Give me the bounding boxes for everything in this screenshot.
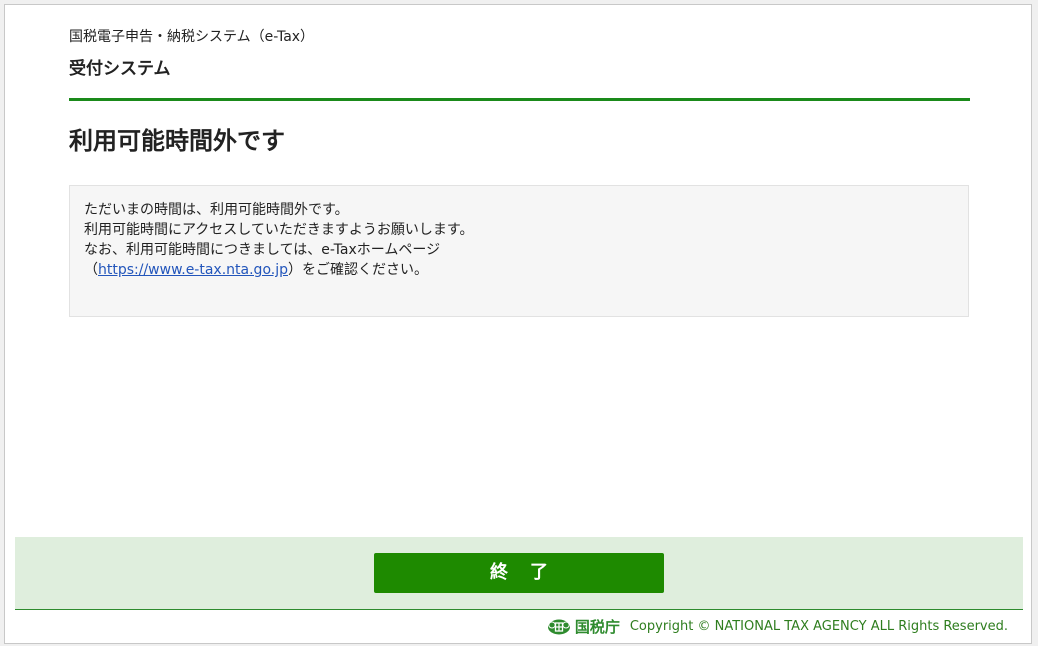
etax-homepage-link[interactable]: https://www.e-tax.nta.go.jp — [98, 262, 288, 278]
exit-button[interactable]: 終了 — [374, 553, 664, 593]
paren-open: （ — [84, 262, 98, 278]
nta-logo: 国税庁 — [547, 617, 620, 637]
message-line-4: （https://www.e-tax.nta.go.jp）をご確認ください。 — [84, 260, 954, 280]
footer-action-bar: 終了 — [15, 537, 1023, 610]
system-name: 国税電子申告・納税システム（e-Tax） — [69, 29, 315, 45]
page-title: 利用可能時間外です — [69, 127, 285, 155]
sub-system-title: 受付システム — [69, 59, 171, 79]
browser-window: 国税電子申告・納税システム（e-Tax） 受付システム 利用可能時間外です ただ… — [4, 4, 1032, 644]
nta-logo-text: 国税庁 — [574, 618, 620, 636]
message-box: ただいまの時間は、利用可能時間外です。 利用可能時間にアクセスしていただきますよ… — [69, 185, 969, 317]
message-line-2: 利用可能時間にアクセスしていただきますようお願いします。 — [84, 222, 474, 238]
copyright-text: Copyright © NATIONAL TAX AGENCY ALL Righ… — [629, 619, 1008, 634]
header-divider — [69, 98, 970, 101]
message-line-3: なお、利用可能時間につきましては、e-Taxホームページ — [84, 242, 441, 258]
page-header: 国税電子申告・納税システム（e-Tax） 受付システム — [69, 27, 970, 80]
message-line-1: ただいまの時間は、利用可能時間外です。 — [84, 202, 349, 218]
paren-close-text: ）をご確認ください。 — [288, 262, 428, 278]
nta-emblem-icon — [547, 619, 570, 635]
page-footer: 国税庁 Copyright © NATIONAL TAX AGENCY ALL … — [547, 617, 1008, 637]
